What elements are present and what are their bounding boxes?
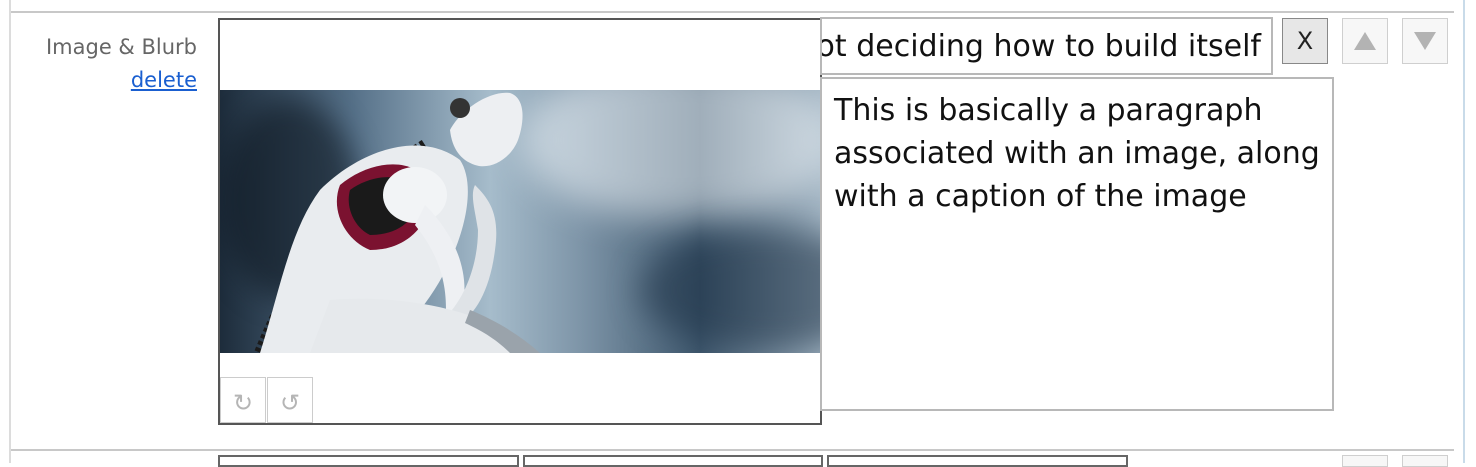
- robot-image: [220, 90, 820, 353]
- next-row-cell-3[interactable]: [827, 455, 1128, 467]
- rotate-counterclockwise-icon: ↺: [279, 389, 301, 417]
- caption-input-value: pot deciding how to build itself: [820, 29, 1261, 64]
- row-bottom-divider: [11, 449, 1454, 451]
- row-top-divider: [11, 11, 1454, 13]
- triangle-up-icon: [1354, 32, 1376, 50]
- rotate-clockwise-icon: ↻: [232, 389, 254, 417]
- rotate-counterclockwise-button[interactable]: ↺: [267, 377, 313, 423]
- delete-link[interactable]: delete: [131, 68, 197, 92]
- right-frame-border: [1463, 0, 1465, 463]
- next-row-move-down-button[interactable]: [1402, 455, 1448, 467]
- triangle-down-icon: [1414, 32, 1436, 50]
- left-frame-border: [9, 0, 11, 463]
- next-row-cell-1[interactable]: [218, 455, 519, 467]
- blurb-textarea[interactable]: This is basically a paragraph associated…: [820, 77, 1334, 411]
- move-down-button[interactable]: [1402, 18, 1448, 64]
- rotate-clockwise-button[interactable]: ↻: [220, 377, 266, 423]
- next-row-move-up-button[interactable]: [1342, 455, 1388, 467]
- next-row-cell-2[interactable]: [523, 455, 823, 467]
- remove-button[interactable]: X: [1282, 18, 1328, 64]
- image-editor-panel: ↻ ↺: [218, 18, 822, 425]
- move-up-button[interactable]: [1342, 18, 1388, 64]
- robot-figure-illustration: [254, 92, 540, 353]
- row-type-label: Image & Blurb: [45, 35, 197, 59]
- caption-input[interactable]: pot deciding how to build itself: [820, 17, 1273, 75]
- remove-button-label: X: [1296, 27, 1314, 55]
